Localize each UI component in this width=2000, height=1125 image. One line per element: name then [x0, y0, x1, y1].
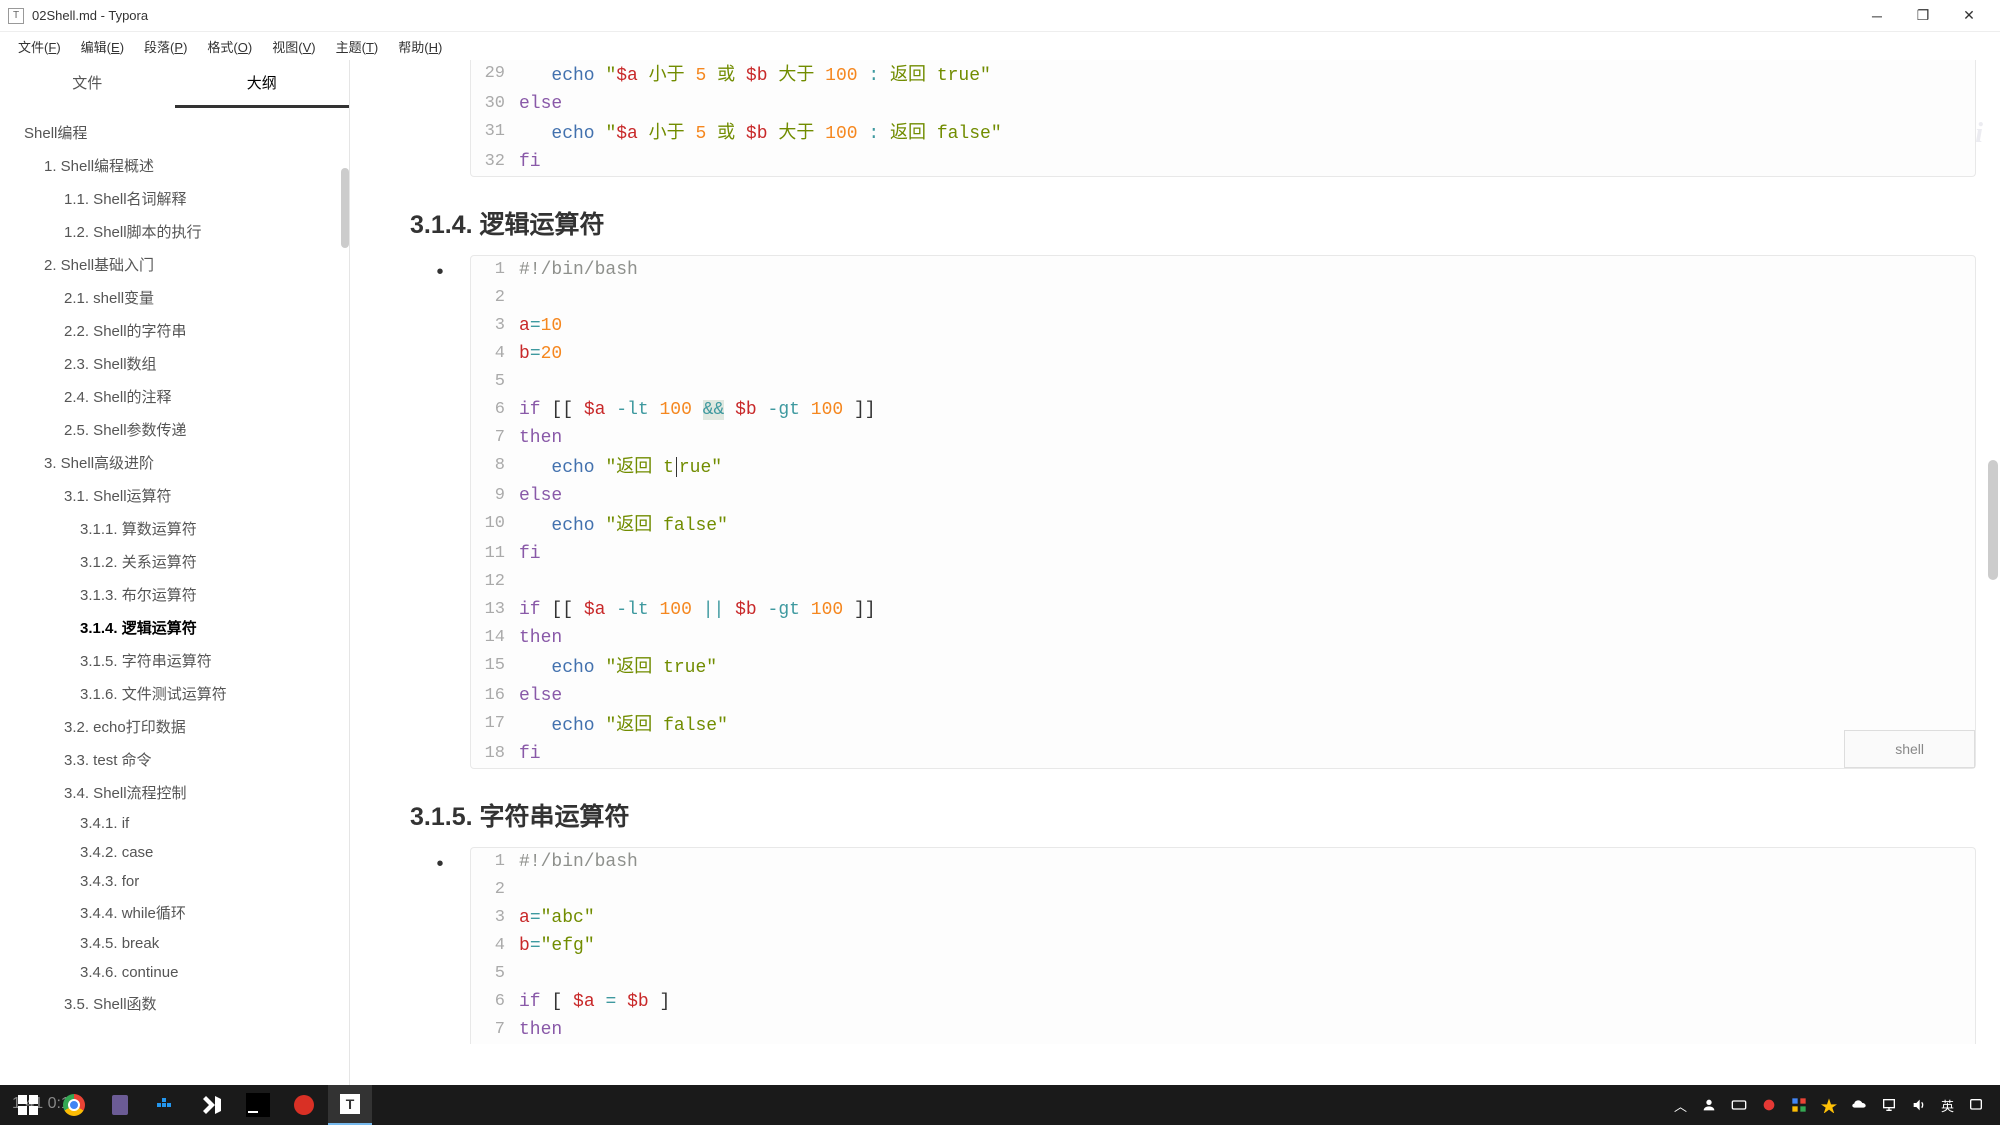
outline-item[interactable]: 3.4.5. break [0, 929, 349, 958]
outline-item[interactable]: 3.4.3. for [0, 867, 349, 896]
tray-onedrive-icon[interactable] [1851, 1097, 1867, 1113]
tray-people-icon[interactable] [1701, 1097, 1717, 1113]
taskbar-edge-icon[interactable] [282, 1085, 326, 1125]
minimize-button[interactable]: ─ [1854, 0, 1900, 32]
taskbar-typora-icon[interactable]: T [328, 1085, 372, 1125]
menu-paragraph[interactable]: 段落(P) [134, 33, 197, 60]
menu-file[interactable]: 文件(F) [8, 33, 71, 60]
tray-keyboard-icon[interactable] [1731, 1097, 1747, 1113]
sidebar: 文件 大纲 Shell编程1. Shell编程概述1.1. Shell名词解释1… [0, 60, 350, 1085]
heading-315[interactable]: 3.1.5. 字符串运算符 [410, 797, 1976, 833]
outline-item[interactable]: 3.1.6. 文件测试运算符 [0, 677, 349, 710]
code-block-314[interactable]: 1#!/bin/bash 2 3a=10 4b=20 5 6if [[ $a -… [470, 255, 1976, 769]
tray-chevron-up-icon[interactable]: ︿ [1674, 1096, 1687, 1115]
menu-bar: 文件(F) 编辑(E) 段落(P) 格式(O) 视图(V) 主题(T) 帮助(H… [0, 32, 2000, 60]
tray-notifications-icon[interactable] [1968, 1097, 1984, 1113]
outline-item[interactable]: 3.1.1. 算数运算符 [0, 512, 349, 545]
outline-item[interactable]: 3.4.4. while循环 [0, 896, 349, 929]
outline-item[interactable]: 1. Shell编程概述 [0, 149, 349, 182]
outline-item[interactable]: 2.2. Shell的字符串 [0, 314, 349, 347]
code-block-top[interactable]: 29 echo "$a 小于 5 或 $b 大于 100 : 返回 true" … [470, 60, 1976, 177]
outline-item[interactable]: 2.5. Shell参数传递 [0, 413, 349, 446]
menu-format[interactable]: 格式(O) [197, 33, 262, 60]
tray-grid-icon[interactable] [1791, 1097, 1807, 1113]
windows-taskbar: 1.41 0:14 T ︿ 英 [0, 1085, 2000, 1125]
tray-volume-icon[interactable] [1911, 1097, 1927, 1113]
outline-item[interactable]: 2.3. Shell数组 [0, 347, 349, 380]
taskbar-chrome-icon[interactable] [52, 1085, 96, 1125]
sidebar-tab-file[interactable]: 文件 [0, 60, 175, 108]
outline-item[interactable]: 1.1. Shell名词解释 [0, 182, 349, 215]
maximize-button[interactable]: ❐ [1900, 0, 1946, 32]
app-icon: T [8, 8, 24, 24]
taskbar-jetbrains-icon[interactable] [236, 1085, 280, 1125]
menu-view[interactable]: 视图(V) [262, 33, 325, 60]
outline-item[interactable]: 2.1. shell变量 [0, 281, 349, 314]
outline-item[interactable]: 3.4.1. if [0, 809, 349, 838]
outline-item[interactable]: 3.1.2. 关系运算符 [0, 545, 349, 578]
menu-help[interactable]: 帮助(H) [388, 33, 452, 60]
outline-tree[interactable]: Shell编程1. Shell编程概述1.1. Shell名词解释1.2. Sh… [0, 108, 349, 1085]
outline-item[interactable]: 3.1.3. 布尔运算符 [0, 578, 349, 611]
outline-item[interactable]: 3.1.4. 逻辑运算符 [0, 611, 349, 644]
taskbar-vscode-icon[interactable] [190, 1085, 234, 1125]
content-scrollbar[interactable] [1988, 460, 1998, 580]
list-bullet: • [410, 255, 470, 769]
outline-item[interactable]: 3. Shell高级进阶 [0, 446, 349, 479]
tray-ime-label[interactable]: 英 [1941, 1096, 1954, 1115]
outline-item[interactable]: 3.1. Shell运算符 [0, 479, 349, 512]
sidebar-tab-outline[interactable]: 大纲 [175, 60, 350, 108]
taskbar-notepad-icon[interactable] [98, 1085, 142, 1125]
tray-record-icon[interactable] [1761, 1097, 1777, 1113]
outline-item[interactable]: 3.3. test 命令 [0, 743, 349, 776]
list-bullet [410, 60, 470, 177]
outline-item[interactable]: 3.1.5. 字符串运算符 [0, 644, 349, 677]
outline-item[interactable]: 2. Shell基础入门 [0, 248, 349, 281]
heading-314[interactable]: 3.1.4. 逻辑运算符 [410, 205, 1976, 241]
outline-item[interactable]: 3.5. Shell函数 [0, 987, 349, 1020]
window-title: 02Shell.md - Typora [32, 8, 1854, 23]
outline-item[interactable]: 3.4. Shell流程控制 [0, 776, 349, 809]
code-lang-badge[interactable]: shell [1844, 730, 1975, 768]
list-bullet: • [410, 847, 470, 1044]
tray-network-icon[interactable] [1881, 1097, 1897, 1113]
outline-item[interactable]: 1.2. Shell脚本的执行 [0, 215, 349, 248]
menu-edit[interactable]: 编辑(E) [71, 33, 134, 60]
editor-content[interactable]: 一岁就会写编程 bilibili 29 echo "$a 小于 5 或 $b 大… [350, 60, 2000, 1085]
taskbar-docker-icon[interactable] [144, 1085, 188, 1125]
window-titlebar: T 02Shell.md - Typora ─ ❐ ✕ [0, 0, 2000, 32]
sidebar-scrollbar[interactable] [341, 168, 349, 248]
menu-theme[interactable]: 主题(T) [326, 33, 389, 60]
start-button[interactable] [6, 1085, 50, 1125]
outline-item[interactable]: Shell编程 [0, 116, 349, 149]
outline-item[interactable]: 2.4. Shell的注释 [0, 380, 349, 413]
close-button[interactable]: ✕ [1946, 0, 1992, 32]
outline-item[interactable]: 3.4.6. continue [0, 958, 349, 987]
tray-app-icon[interactable] [1821, 1097, 1837, 1113]
code-block-315[interactable]: 1#!/bin/bash 2 3a="abc" 4b="efg" 5 6if [… [470, 847, 1976, 1044]
outline-item[interactable]: 3.4.2. case [0, 838, 349, 867]
outline-item[interactable]: 3.2. echo打印数据 [0, 710, 349, 743]
